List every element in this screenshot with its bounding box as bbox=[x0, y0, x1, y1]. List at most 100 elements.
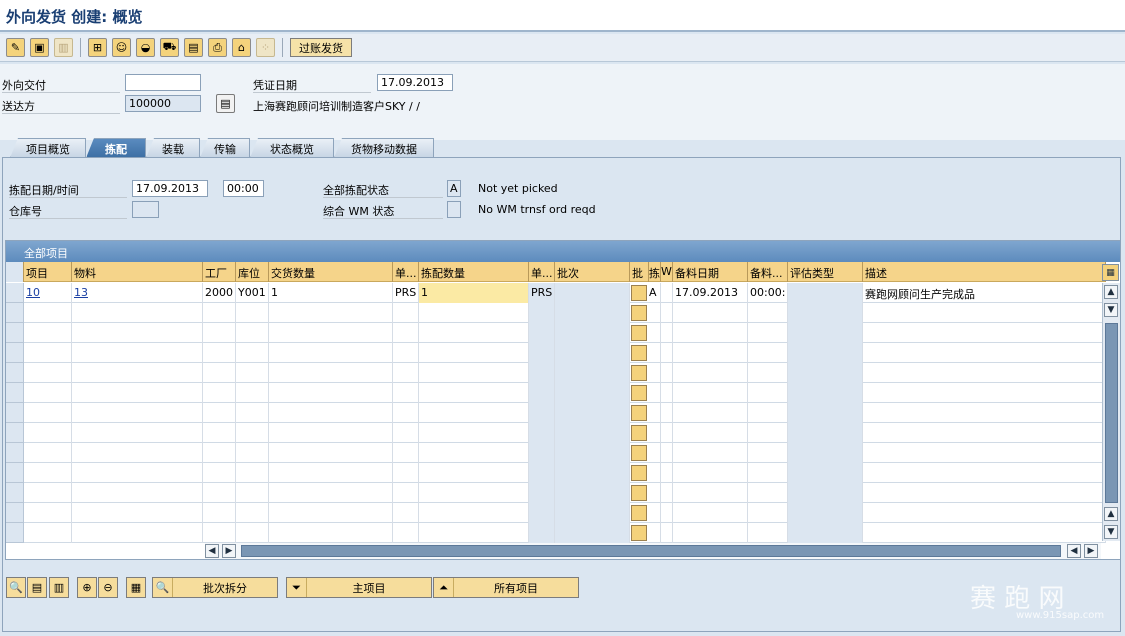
row-selector[interactable] bbox=[6, 483, 24, 503]
table-cell[interactable] bbox=[788, 283, 863, 303]
column-header[interactable]: 描述 bbox=[863, 262, 1106, 282]
row-selector[interactable] bbox=[6, 323, 24, 343]
column-header[interactable]: 项目 bbox=[24, 262, 72, 282]
table-cell[interactable]: 赛跑网顾问生产完成品 bbox=[863, 283, 1106, 303]
post-goods-issue-button[interactable]: 过账发货 bbox=[290, 38, 352, 57]
batch-determination-button[interactable] bbox=[631, 305, 647, 321]
hat-icon[interactable]: ◒ bbox=[136, 38, 155, 57]
address-details-icon[interactable]: ▤ bbox=[216, 94, 235, 113]
column-header[interactable]: 拣 bbox=[649, 262, 661, 282]
horizontal-scrollbar[interactable]: ◀ ▶ ◀ ▶ bbox=[205, 543, 1101, 559]
table-cell[interactable]: 1 bbox=[419, 283, 529, 303]
partner-icon[interactable]: ☺ bbox=[112, 38, 131, 57]
row-selector[interactable] bbox=[6, 343, 24, 363]
batch-determination-button[interactable] bbox=[631, 325, 647, 341]
column-header[interactable]: 备料日期 bbox=[673, 262, 748, 282]
row-selector[interactable] bbox=[6, 423, 24, 443]
tab-loading[interactable]: 装载 bbox=[146, 138, 200, 158]
scroll-left-icon[interactable]: ◀ bbox=[205, 544, 219, 558]
table-cell[interactable]: 1 bbox=[269, 283, 393, 303]
batch-determination-button[interactable] bbox=[631, 425, 647, 441]
row-selector[interactable] bbox=[6, 463, 24, 483]
column-header[interactable]: 备料... bbox=[748, 262, 788, 282]
row-selector[interactable] bbox=[6, 523, 24, 543]
delete-row-icon[interactable]: ⊖ bbox=[98, 577, 118, 598]
table-cell[interactable]: Y001 bbox=[236, 283, 269, 303]
tab-transport[interactable]: 传输 bbox=[200, 138, 250, 158]
page-down-icon[interactable]: ▲ bbox=[1104, 507, 1118, 521]
batch-split-button[interactable]: 🔍 批次拆分 bbox=[152, 577, 278, 598]
header-icon[interactable]: ⊞ bbox=[88, 38, 107, 57]
horizontal-scroll-thumb[interactable] bbox=[241, 545, 1061, 557]
vertical-scroll-thumb[interactable] bbox=[1105, 323, 1118, 503]
tab-goods-movement-data[interactable]: 货物移动数据 bbox=[334, 138, 434, 158]
scroll-left-end-icon[interactable]: ◀ bbox=[1067, 544, 1081, 558]
display-icon[interactable]: ▣ bbox=[30, 38, 49, 57]
warehouse-field[interactable] bbox=[132, 201, 159, 218]
scroll-right-icon[interactable]: ▶ bbox=[222, 544, 236, 558]
row-selector[interactable] bbox=[6, 303, 24, 323]
table-cell[interactable]: 2000 bbox=[203, 283, 236, 303]
batch-determination-button[interactable] bbox=[631, 385, 647, 401]
deselect-all-icon[interactable]: ▥ bbox=[49, 577, 69, 598]
tab-status-overview[interactable]: 状态概览 bbox=[250, 138, 334, 158]
scroll-up-icon[interactable]: ▲ bbox=[1104, 285, 1118, 299]
column-header[interactable]: 库位 bbox=[236, 262, 269, 282]
column-header[interactable]: 批次 bbox=[555, 262, 630, 282]
column-header[interactable]: 单... bbox=[529, 262, 555, 282]
row-selector[interactable] bbox=[6, 403, 24, 423]
row-selector[interactable] bbox=[6, 503, 24, 523]
table-cell[interactable]: 13 bbox=[72, 283, 203, 303]
select-all-icon[interactable]: ▤ bbox=[27, 577, 47, 598]
batch-determination-button[interactable] bbox=[631, 365, 647, 381]
batch-determination-button[interactable] bbox=[631, 445, 647, 461]
table-cell[interactable] bbox=[555, 283, 630, 303]
pick-time-field[interactable]: 00:00 bbox=[223, 180, 264, 197]
row-selector[interactable] bbox=[6, 443, 24, 463]
tab-item-overview[interactable]: 项目概览 bbox=[10, 138, 86, 158]
column-header[interactable]: 物料 bbox=[72, 262, 203, 282]
delete-icon[interactable]: ▥ bbox=[54, 38, 73, 57]
pick-date-field[interactable]: 17.09.2013 bbox=[132, 180, 208, 197]
batch-determination-button[interactable] bbox=[631, 465, 647, 481]
document-date-field[interactable]: 17.09.2013 bbox=[377, 74, 453, 91]
insert-row-icon[interactable]: ⊕ bbox=[77, 577, 97, 598]
table-cell[interactable]: PRS bbox=[529, 283, 555, 303]
batch-determination-button[interactable] bbox=[631, 405, 647, 421]
batch-icon[interactable]: ⁘ bbox=[256, 38, 275, 57]
column-header[interactable]: 工厂 bbox=[203, 262, 236, 282]
all-items-button[interactable]: ⏶ 所有项目 bbox=[433, 577, 579, 598]
row-selector[interactable] bbox=[6, 383, 24, 403]
list-icon[interactable]: ▦ bbox=[126, 577, 146, 598]
print-icon[interactable]: ⎙ bbox=[208, 38, 227, 57]
scroll-right-end-icon[interactable]: ▶ bbox=[1084, 544, 1098, 558]
batch-determination-button[interactable] bbox=[631, 505, 647, 521]
vertical-scrollbar[interactable]: ▲ ▼ ▲ ▼ bbox=[1102, 283, 1120, 541]
column-header[interactable]: 评估类型 bbox=[788, 262, 863, 282]
column-header[interactable]: W bbox=[661, 262, 673, 282]
cell-value[interactable]: 10 bbox=[26, 286, 40, 299]
main-items-button[interactable]: ⏷ 主项目 bbox=[286, 577, 432, 598]
column-header[interactable]: 拣配数量 bbox=[419, 262, 529, 282]
column-settings-icon[interactable]: ▦ bbox=[1102, 264, 1119, 281]
shipment-icon[interactable]: ⌂ bbox=[232, 38, 251, 57]
table-cell[interactable]: A bbox=[649, 283, 661, 303]
edit-icon[interactable]: ✎ bbox=[6, 38, 25, 57]
package-icon[interactable]: ▤ bbox=[184, 38, 203, 57]
table-cell[interactable]: 10 bbox=[24, 283, 72, 303]
table-cell[interactable]: 00:00: bbox=[748, 283, 788, 303]
batch-determination-button[interactable] bbox=[631, 285, 647, 301]
details-icon[interactable]: 🔍 bbox=[6, 577, 26, 598]
row-selector[interactable] bbox=[6, 283, 24, 303]
batch-determination-button[interactable] bbox=[631, 345, 647, 361]
column-header[interactable]: 批 bbox=[630, 262, 649, 282]
table-cell[interactable]: 17.09.2013 bbox=[673, 283, 748, 303]
outbound-delivery-field[interactable] bbox=[125, 74, 201, 91]
table-cell[interactable]: PRS bbox=[393, 283, 419, 303]
batch-determination-button[interactable] bbox=[631, 525, 647, 541]
column-header[interactable]: 交货数量 bbox=[269, 262, 393, 282]
table-cell[interactable] bbox=[661, 283, 673, 303]
tab-picking[interactable]: 拣配 bbox=[86, 138, 146, 158]
page-up-icon[interactable]: ▼ bbox=[1104, 303, 1118, 317]
column-header[interactable]: 单... bbox=[393, 262, 419, 282]
